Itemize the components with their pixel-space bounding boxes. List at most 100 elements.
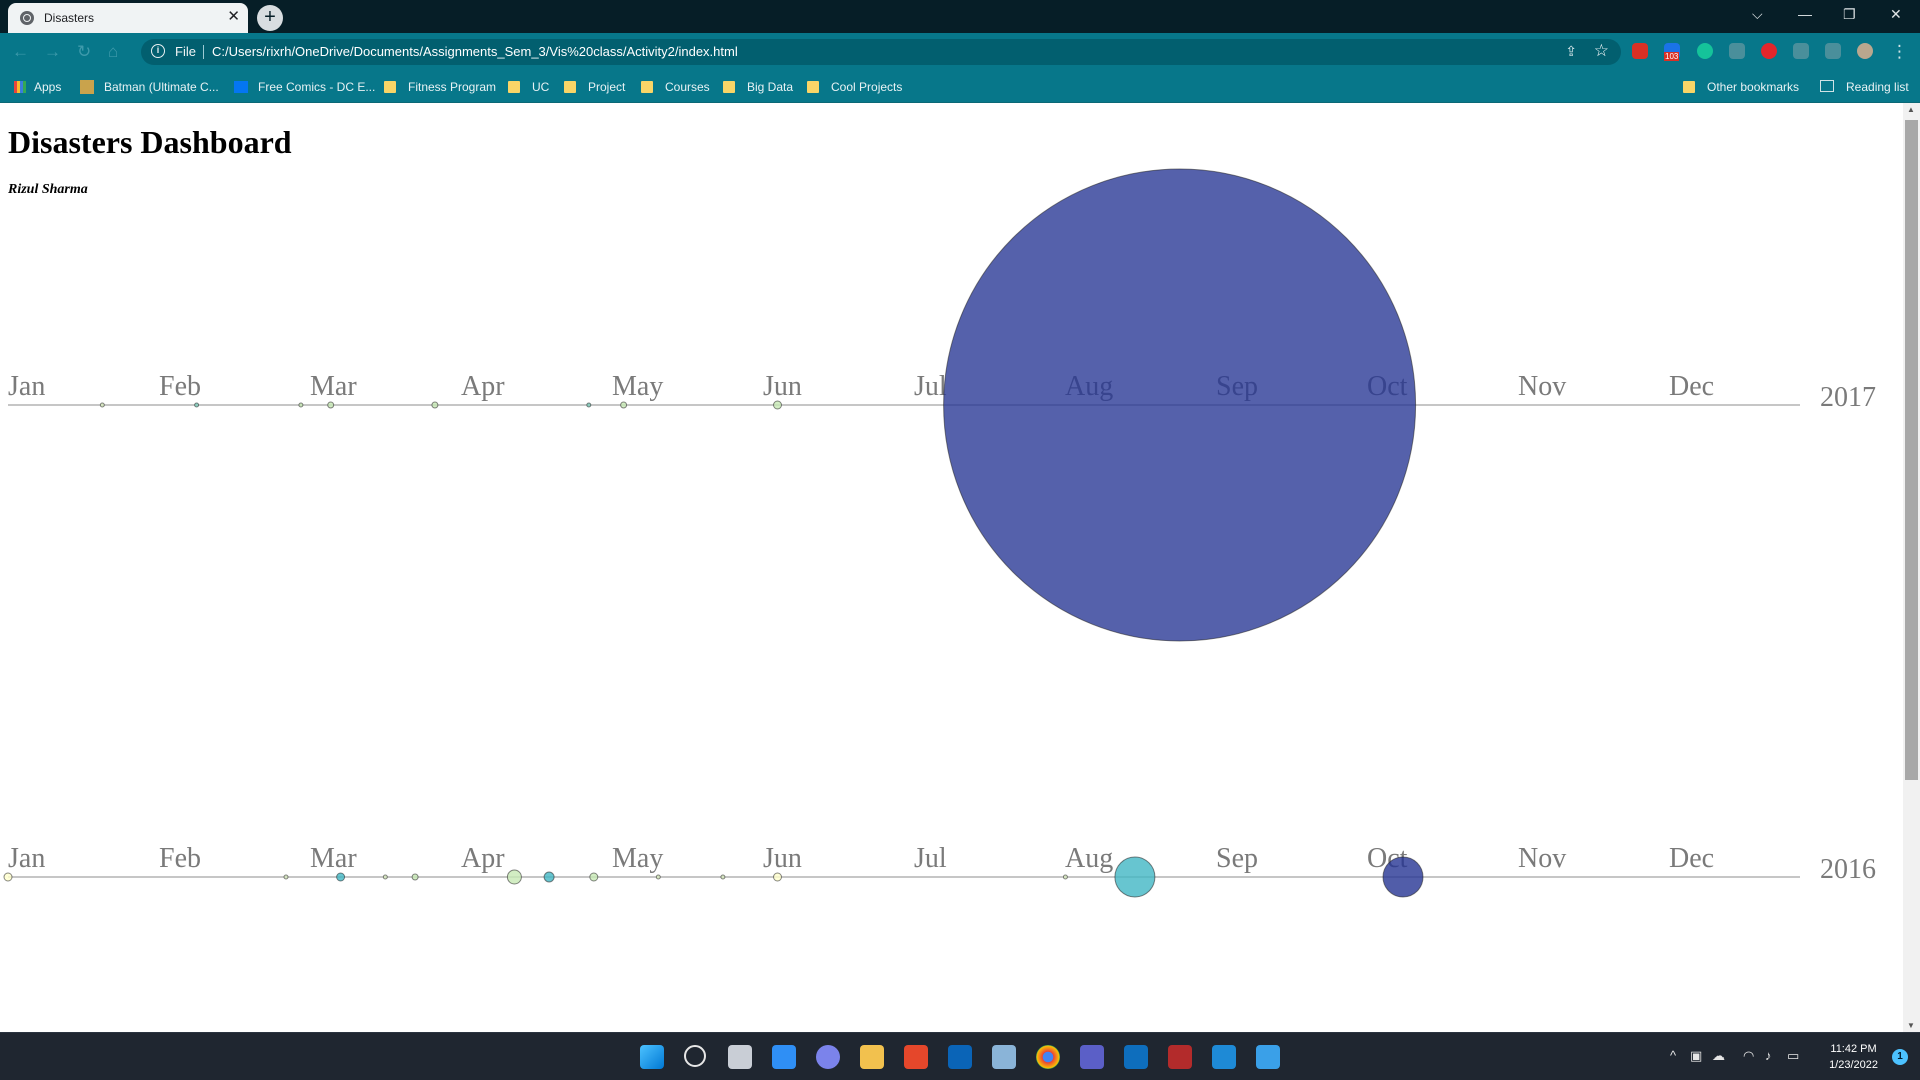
widgets-icon[interactable] <box>772 1045 796 1069</box>
tray-overflow-icon[interactable]: ^ <box>1670 1048 1676 1063</box>
reading-list-button[interactable]: Reading list <box>1820 80 1909 94</box>
folder-icon <box>508 81 520 93</box>
bookmark-uc[interactable]: UC <box>508 80 549 94</box>
bookmark-big-data[interactable]: Big Data <box>723 80 793 94</box>
share-icon[interactable]: ⇪ <box>1565 43 1577 60</box>
office-icon[interactable] <box>904 1045 928 1069</box>
bookmark-project[interactable]: Project <box>564 80 625 94</box>
bookmark-fitness[interactable]: Fitness Program <box>384 80 496 94</box>
wifi-icon[interactable]: ◠ <box>1743 1048 1754 1064</box>
extension-calendar-icon[interactable]: 103 <box>1664 43 1680 61</box>
month-label-jul: Jul <box>914 371 947 402</box>
tab-close-icon[interactable]: ✕ <box>227 9 240 25</box>
restore-icon[interactable]: ❐ <box>1843 6 1856 23</box>
extension-mail-icon[interactable] <box>1632 43 1648 59</box>
app-icon[interactable] <box>1124 1045 1148 1069</box>
disaster-event-point <box>283 874 289 880</box>
window-close-icon[interactable]: ✕ <box>1890 6 1902 23</box>
system-clock[interactable]: 11:42 PM 1/23/2022 <box>1829 1041 1878 1073</box>
disaster-event-point <box>586 402 592 408</box>
battery-icon[interactable]: ▭ <box>1787 1048 1799 1064</box>
month-label-may: May <box>612 371 663 402</box>
month-label-jan: Jan <box>8 371 45 402</box>
tray-cloud-icon[interactable]: ☁ <box>1712 1048 1725 1064</box>
file-explorer-icon[interactable] <box>860 1045 884 1069</box>
month-label-jan: Jan <box>8 843 45 874</box>
extension-badge: 103 <box>1664 52 1680 61</box>
disaster-event-point <box>411 873 419 881</box>
new-tab-button[interactable]: + <box>257 5 283 31</box>
disaster-event-point <box>506 869 522 885</box>
info-icon[interactable]: i <box>151 44 165 58</box>
bookmark-batman[interactable]: Batman (Ultimate C... <box>80 80 219 94</box>
month-label-may: May <box>612 843 663 874</box>
clock-time: 11:42 PM <box>1830 1043 1877 1055</box>
extension-archive-icon[interactable] <box>1729 43 1745 59</box>
month-label-apr: Apr <box>461 371 505 402</box>
tray-app-icon[interactable]: ▣ <box>1690 1048 1702 1064</box>
bookmark-apps[interactable]: Apps <box>14 80 61 94</box>
bookmark-dc-comics[interactable]: Free Comics - DC E... <box>234 80 375 94</box>
month-label-nov: Nov <box>1518 371 1566 402</box>
month-label-apr: Apr <box>461 843 505 874</box>
bookmark-courses[interactable]: Courses <box>641 80 710 94</box>
month-label-aug: Aug <box>1065 843 1113 874</box>
disaster-event-point <box>327 401 335 409</box>
disaster-event-point <box>99 402 105 408</box>
extension-shield-icon[interactable] <box>1761 43 1777 59</box>
reload-icon[interactable]: ↻ <box>77 42 91 62</box>
disaster-event-point <box>943 168 1417 642</box>
notepad-icon[interactable] <box>1256 1045 1280 1069</box>
disaster-event-point <box>298 402 304 408</box>
task-view-icon[interactable] <box>728 1045 752 1069</box>
month-label-feb: Feb <box>159 843 201 874</box>
globe-icon <box>20 11 34 25</box>
disaster-event-point <box>620 401 628 409</box>
notification-badge[interactable]: 1 <box>1892 1049 1908 1065</box>
month-label-dec: Dec <box>1669 371 1714 402</box>
month-label-jun: Jun <box>763 371 802 402</box>
extensions-puzzle-icon[interactable] <box>1793 43 1809 59</box>
vscode-icon[interactable] <box>1212 1045 1236 1069</box>
disaster-event-point <box>3 872 13 882</box>
outlook-icon[interactable] <box>948 1045 972 1069</box>
scroll-down-arrow-icon[interactable]: ▼ <box>1907 1021 1915 1030</box>
browser-tab[interactable]: Disasters ✕ <box>8 3 248 33</box>
disaster-event-point <box>336 872 346 882</box>
disaster-event-point <box>382 874 388 880</box>
menu-kebab-icon[interactable]: ⋮ <box>1891 42 1908 62</box>
forward-arrow-icon[interactable]: → <box>44 42 61 62</box>
winrar-icon[interactable] <box>1168 1045 1192 1069</box>
scroll-up-arrow-icon[interactable]: ▲ <box>1907 105 1915 114</box>
bookmark-other[interactable]: Other bookmarks <box>1683 80 1799 94</box>
volume-icon[interactable]: ♪ <box>1765 1048 1772 1063</box>
disaster-event-point <box>655 874 661 880</box>
grammarly-icon[interactable] <box>1697 43 1713 59</box>
url-text[interactable]: C:/Users/rixrh/OneDrive/Documents/Assign… <box>212 44 738 59</box>
minimize-icon[interactable]: — <box>1798 6 1812 22</box>
chat-icon[interactable] <box>816 1045 840 1069</box>
chrome-icon[interactable] <box>1036 1045 1060 1069</box>
tab-title: Disasters <box>44 11 95 25</box>
scrollbar-thumb[interactable] <box>1905 120 1918 780</box>
reading-mode-icon[interactable] <box>1825 43 1841 59</box>
start-icon[interactable] <box>640 1045 664 1069</box>
profile-avatar[interactable] <box>1857 43 1873 59</box>
bookmark-star-icon[interactable]: ☆ <box>1594 41 1609 61</box>
month-label-feb: Feb <box>159 371 201 402</box>
dc-favicon-icon <box>234 81 248 93</box>
back-arrow-icon[interactable]: ← <box>12 42 29 62</box>
bookmark-cool-projects[interactable]: Cool Projects <box>807 80 902 94</box>
disaster-event-point <box>543 871 555 883</box>
photos-icon[interactable] <box>992 1045 1016 1069</box>
tab-search-icon[interactable]: ⌵ <box>1752 6 1763 23</box>
page-viewport: Disasters Dashboard Rizul Sharma Jan Feb M… <box>0 103 1903 1032</box>
teams-icon[interactable] <box>1080 1045 1104 1069</box>
disaster-event-point <box>194 402 200 408</box>
search-icon[interactable] <box>684 1045 706 1067</box>
vertical-scrollbar[interactable]: ▲ ▼ <box>1903 103 1920 1032</box>
apps-grid-icon <box>14 81 26 93</box>
address-bar[interactable]: i File C:/Users/rixrh/OneDrive/Documents… <box>141 39 1621 65</box>
home-icon[interactable]: ⌂ <box>108 42 118 62</box>
year-label-2017: 2017 <box>1820 382 1876 413</box>
